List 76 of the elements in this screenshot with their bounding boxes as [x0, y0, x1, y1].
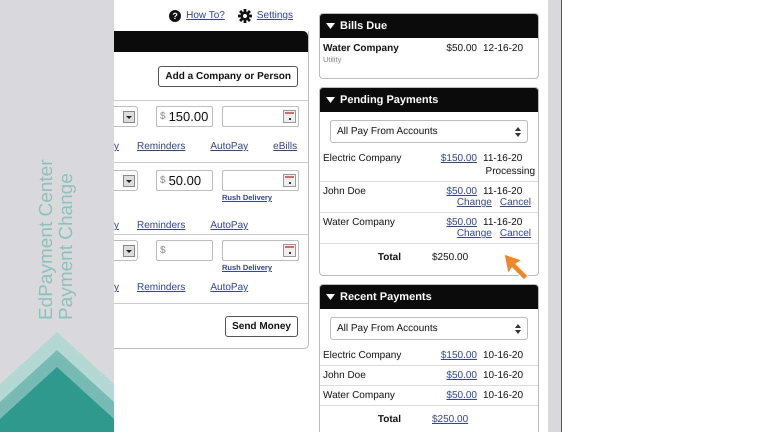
payment-amount[interactable]: $150.00	[440, 350, 477, 361]
payee-name: Water Company	[323, 390, 396, 401]
cancel-link[interactable]: Cancel	[500, 228, 531, 239]
sidebar-title: Payment Change	[57, 172, 77, 320]
payment-date: 10-16-20	[483, 350, 524, 361]
cursor-arrow-icon	[502, 252, 530, 282]
payee-name: Water Company	[323, 217, 396, 228]
card-title: Recent Payments	[340, 291, 432, 303]
sidebar-title: EdPayment Center	[37, 158, 57, 320]
payment-option-link[interactable]: Reminders	[137, 141, 186, 152]
date-field[interactable]	[222, 170, 299, 191]
sort-arrows-icon	[515, 324, 521, 334]
payee-select[interactable]	[114, 240, 138, 261]
amount-field[interactable]: $ 50.00	[156, 170, 213, 191]
payment-option-link[interactable]: Reminders	[137, 220, 186, 231]
payment-option-link[interactable]: AutoPay	[210, 141, 248, 152]
total-label: Total	[376, 414, 402, 425]
total-amount[interactable]: $250.00	[432, 414, 535, 425]
payment-date: 10-16-20	[483, 390, 524, 401]
payee-name: Electric Company	[323, 350, 402, 361]
amount-value: 150.00	[168, 109, 208, 124]
account-select[interactable]: All Pay From Accounts	[330, 120, 528, 143]
payee-name: John Doe	[323, 370, 367, 381]
add-company-button[interactable]: Add a Company or Person	[158, 66, 298, 86]
card-header[interactable]: Recent Payments	[320, 285, 538, 309]
calendar-icon	[283, 110, 296, 123]
payee-name: Electric Company	[323, 153, 402, 164]
payment-date: 11-16-20	[483, 153, 524, 164]
payment-amount[interactable]: $50.00	[446, 217, 477, 228]
card-header[interactable]: Pending Payments	[320, 88, 538, 112]
payment-date: 11-16-20	[483, 186, 524, 197]
date-field[interactable]	[222, 106, 299, 127]
date-field[interactable]	[222, 240, 299, 261]
payee-name: Water Company	[323, 43, 400, 54]
help-icon: ?	[169, 10, 182, 22]
change-link[interactable]: Change	[456, 228, 492, 239]
amount-value: 50.00	[168, 173, 202, 188]
total-label: Total	[376, 252, 402, 263]
payment-option-link[interactable]: eBills	[273, 141, 298, 152]
payment-option-link[interactable]: Reminders	[137, 282, 186, 293]
payment-option-link[interactable]: AutoPay	[210, 220, 248, 231]
payment-amount[interactable]: $50.00	[446, 390, 477, 401]
payment-option-link[interactable]: y	[114, 220, 119, 231]
amount-field[interactable]: $ 150.00	[156, 106, 213, 127]
currency-symbol: $	[160, 111, 166, 122]
payment-amount[interactable]: $50.00	[446, 370, 477, 381]
total-amount: $250.00	[432, 252, 470, 263]
payee-select[interactable]	[114, 106, 138, 127]
payment-date: 12-16-20	[483, 43, 524, 54]
card-title: Pending Payments	[340, 94, 438, 106]
payment-date: 10-16-20	[483, 370, 524, 381]
settings-icon	[238, 8, 252, 22]
card-header[interactable]: Bills Due	[320, 14, 538, 38]
payment-option-link[interactable]: y	[114, 141, 119, 152]
payment-option-link[interactable]: AutoPay	[210, 282, 248, 293]
amount-field[interactable]: $	[156, 240, 213, 261]
settings-link[interactable]: Settings	[256, 10, 293, 21]
currency-symbol: $	[160, 245, 166, 256]
payee-select[interactable]	[114, 170, 138, 191]
calendar-icon	[283, 174, 296, 187]
payment-amount[interactable]: $50.00	[446, 186, 477, 197]
payment-status: Processing	[484, 166, 535, 177]
account-select[interactable]: All Pay From Accounts	[330, 317, 528, 340]
currency-symbol: $	[160, 175, 166, 186]
help-link[interactable]: How To?	[186, 10, 225, 21]
calendar-icon	[283, 244, 296, 257]
cancel-link[interactable]: Cancel	[500, 197, 531, 208]
payment-amount[interactable]: $150.00	[440, 153, 477, 177]
sort-arrows-icon	[515, 126, 521, 136]
payee-name: John Doe	[323, 186, 367, 197]
payment-date: 11-16-20	[483, 217, 524, 228]
change-link[interactable]: Change	[456, 197, 492, 208]
payment-option-link[interactable]: y	[114, 282, 119, 293]
payment-amount: $50.00	[446, 43, 477, 56]
send-money-button[interactable]: Send Money	[225, 316, 298, 337]
card-title: Bills Due	[340, 20, 388, 32]
